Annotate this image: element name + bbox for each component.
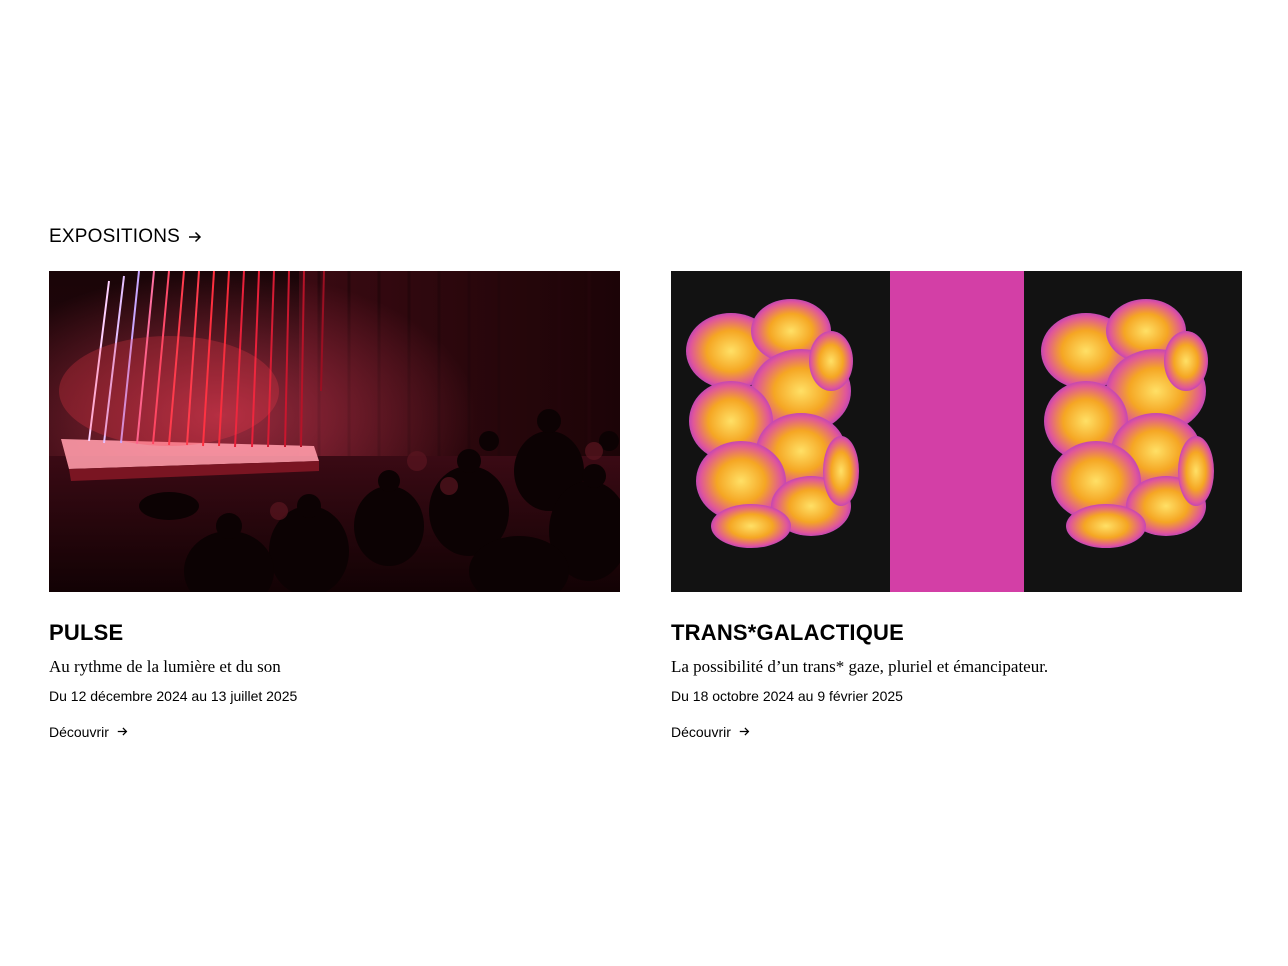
thermal-bodies-image: [671, 271, 1242, 592]
exhibition-title: TRANS*GALACTIQUE: [671, 620, 904, 645]
discover-label: Découvrir: [49, 723, 109, 740]
exhibition-card-pulse: PULSE Au rythme de la lumière et du son …: [49, 271, 620, 742]
arrow-right-icon: [739, 727, 750, 736]
discover-link-pulse[interactable]: Découvrir: [49, 724, 128, 740]
arrow-right-icon: [117, 727, 128, 736]
discover-label: Découvrir: [671, 723, 731, 740]
exhibition-card-transgalactique: TRANS*GALACTIQUE La possibilité d’un tra…: [671, 271, 1242, 742]
exhibition-title: PULSE: [49, 620, 124, 645]
expositions-link[interactable]: EXPOSITIONS: [49, 226, 202, 248]
exhibition-subtitle: La possibilité d’un trans* gaze, pluriel…: [671, 657, 1049, 677]
page: EXPOSITIONS PULSE Au rythme de la lumièr…: [0, 0, 1288, 966]
arrow-right-icon: [189, 231, 202, 243]
discover-link-transgalactique[interactable]: Découvrir: [671, 724, 750, 740]
exhibition-dates: Du 18 octobre 2024 au 9 février 2025: [671, 688, 903, 705]
exhibition-subtitle: Au rythme de la lumière et du son: [49, 657, 281, 677]
exhibition-dates: Du 12 décembre 2024 au 13 juillet 2025: [49, 688, 298, 705]
exhibition-image-transgalactique[interactable]: [671, 271, 1242, 592]
section-title: EXPOSITIONS: [49, 226, 181, 247]
light-installation-image: [49, 271, 620, 592]
exhibition-image-pulse[interactable]: [49, 271, 620, 592]
